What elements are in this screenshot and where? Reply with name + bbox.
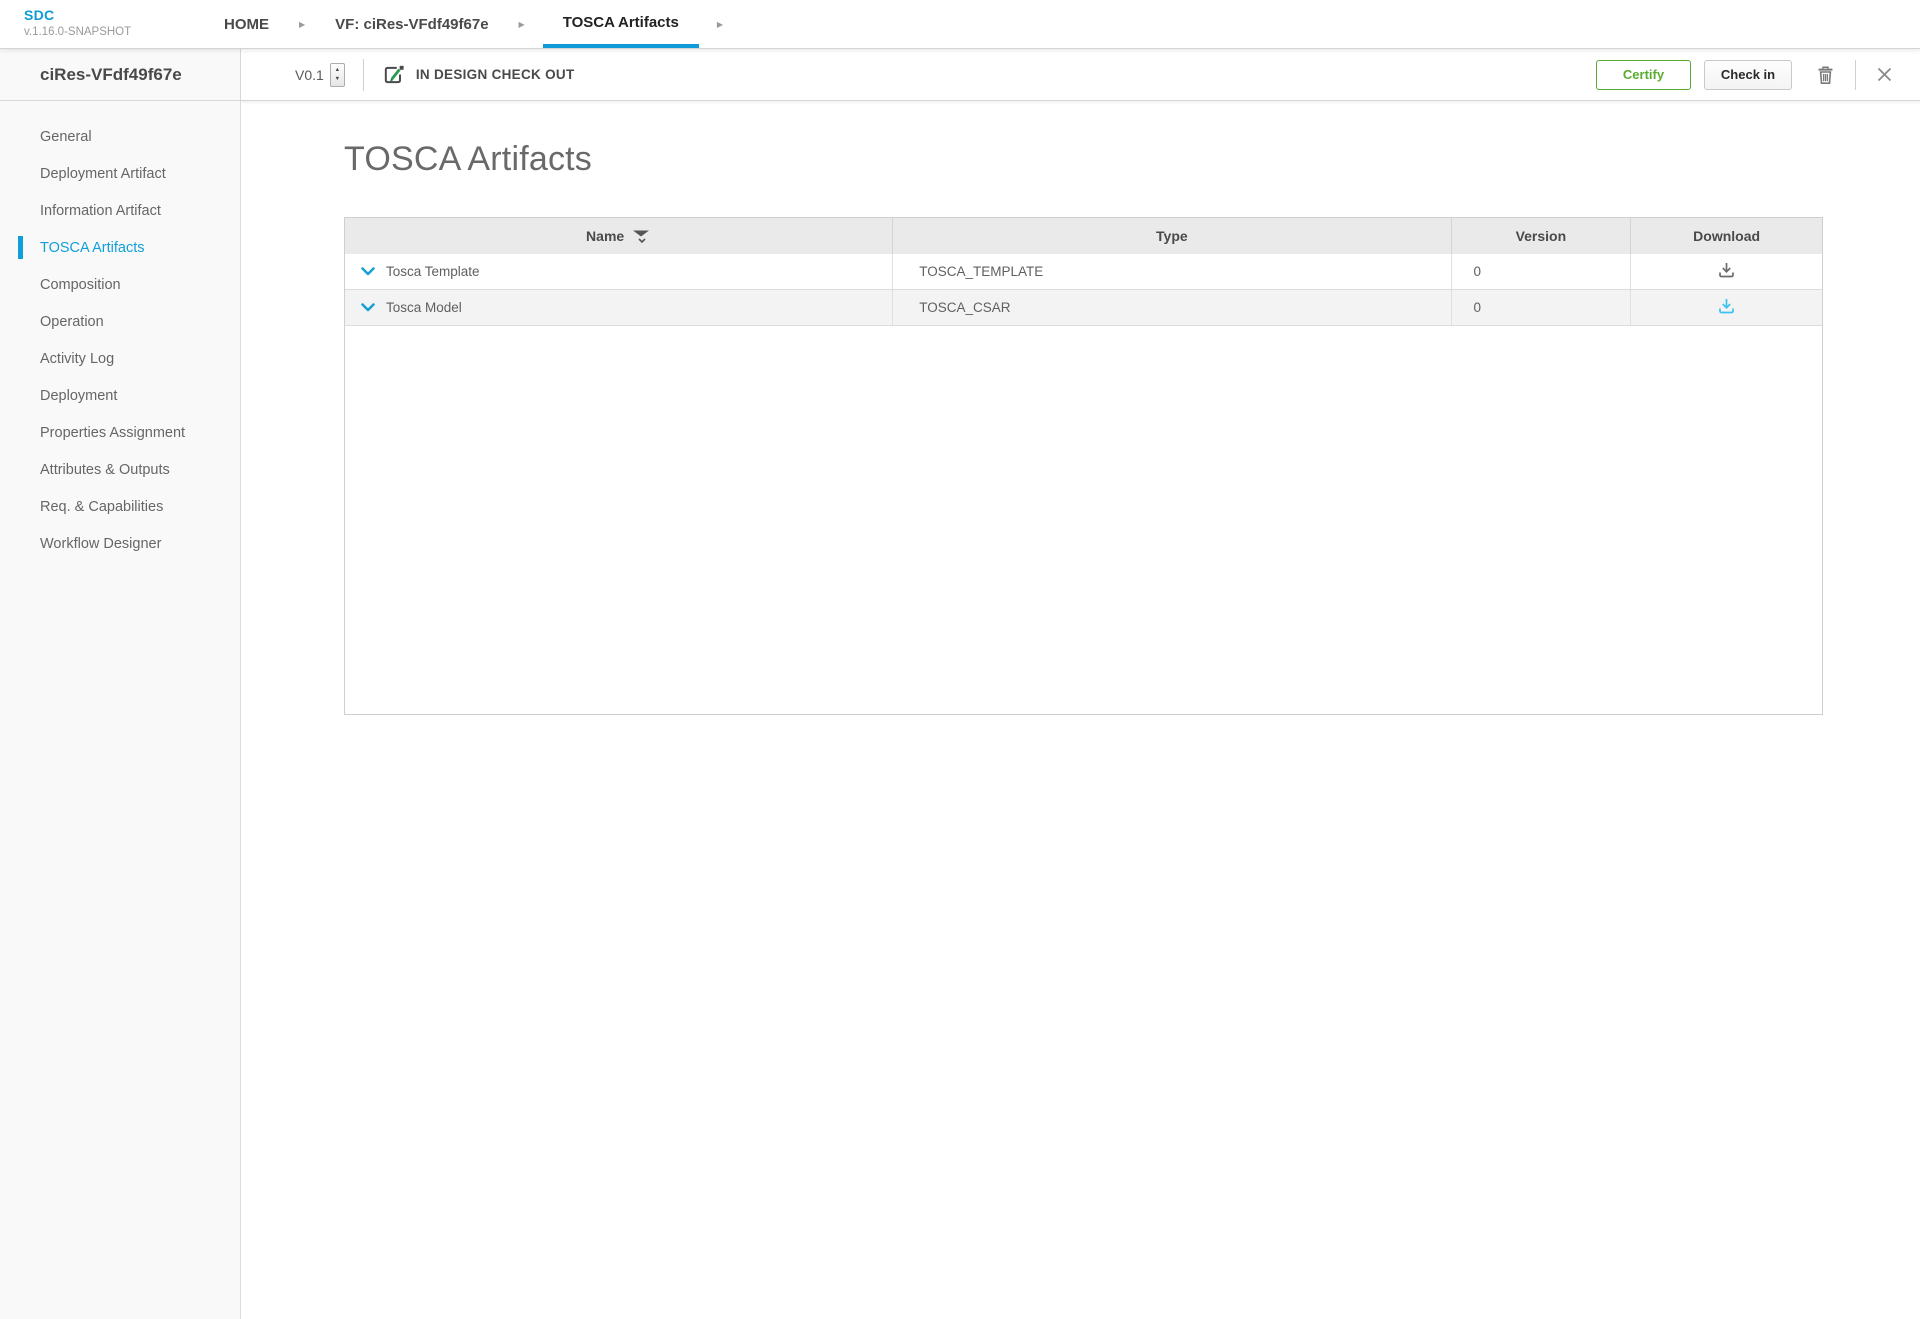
sidebar-item-label: Workflow Designer [40,536,161,552]
artifact-type-cell: TOSCA_TEMPLATE [893,254,1451,289]
sidebar-item-req-capabilities[interactable]: Req. & Capabilities [0,488,240,525]
sidebar-item-deployment-artifact[interactable]: Deployment Artifact [0,155,240,192]
sidebar-item-label: TOSCA Artifacts [40,240,145,256]
sidebar-header: ciRes-VFdf49f67e [0,49,240,101]
certify-button[interactable]: Certify [1596,60,1691,90]
artifact-version-label: 0 [1474,300,1482,315]
artifact-version-cell: 0 [1452,290,1632,325]
breadcrumb-tab-vf[interactable]: VF: ciRes-VFdf49f67e [323,0,500,48]
sdc-logo-title: SDC [24,7,131,25]
artifact-name-label: Tosca Template [386,264,480,279]
sidebar-item-label: Composition [40,277,121,293]
version-value: V0.1 [295,67,324,83]
column-header-label: Type [1156,228,1188,244]
sidebar-item-information-artifact[interactable]: Information Artifact [0,192,240,229]
page-title: TOSCA Artifacts [344,140,1920,179]
sidebar-nav: General Deployment Artifact Information … [0,101,240,562]
column-header-label: Version [1516,228,1567,244]
sidebar-item-label: Deployment [40,388,117,404]
breadcrumb: HOME ▶ VF: ciRes-VFdf49f67e ▶ TOSCA Arti… [212,0,741,48]
sidebar-item-label: General [40,129,92,145]
main-content: TOSCA Artifacts Name Type Version [241,101,1920,715]
table-row-tosca-template: Tosca Template TOSCA_TEMPLATE 0 [345,254,1822,290]
lifecycle-status-label: IN DESIGN CHECK OUT [416,67,575,82]
sidebar-item-workflow-designer[interactable]: Workflow Designer [0,525,240,562]
resource-name-title: ciRes-VFdf49f67e [40,65,182,85]
checkout-edit-icon [382,64,406,86]
column-header-type[interactable]: Type [893,218,1451,254]
toolbar-divider [363,59,364,91]
sidebar-item-label: Properties Assignment [40,425,185,441]
sidebar-item-label: Information Artifact [40,203,161,219]
sidebar-item-properties-assignment[interactable]: Properties Assignment [0,414,240,451]
top-nav-bar: SDC v.1.16.0-SNAPSHOT HOME ▶ VF: ciRes-V… [0,0,1920,49]
sidebar-item-label: Deployment Artifact [40,166,166,182]
artifact-name-cell: Tosca Model [345,290,893,325]
breadcrumb-arrow-icon: ▶ [717,0,723,48]
sidebar-item-general[interactable]: General [0,118,240,155]
column-header-label: Download [1693,228,1760,244]
delete-trash-icon[interactable] [1812,61,1839,89]
sdc-logo: SDC v.1.16.0-SNAPSHOT [24,7,131,39]
table-row-tosca-model: Tosca Model TOSCA_CSAR 0 [345,290,1822,326]
sidebar-item-label: Attributes & Outputs [40,462,170,478]
breadcrumb-tab-tosca-artifacts[interactable]: TOSCA Artifacts [543,0,699,48]
artifact-name-label: Tosca Model [386,300,462,315]
artifact-download-cell [1631,290,1822,325]
artifact-version-cell: 0 [1452,254,1632,289]
download-icon[interactable] [1717,297,1736,318]
sidebar-item-activity-log[interactable]: Activity Log [0,340,240,377]
column-header-version[interactable]: Version [1452,218,1632,254]
close-x-icon[interactable] [1872,62,1897,87]
spinner-down-icon[interactable]: ▼ [335,75,340,83]
sidebar-item-composition[interactable]: Composition [0,266,240,303]
sidebar-item-tosca-artifacts[interactable]: TOSCA Artifacts [0,229,240,266]
artifact-type-cell: TOSCA_CSAR [893,290,1451,325]
artifact-type-label: TOSCA_TEMPLATE [919,264,1043,279]
version-selector-spinner[interactable]: ▲ ▼ [330,63,345,87]
artifact-version-label: 0 [1474,264,1482,279]
sdc-version-label: v.1.16.0-SNAPSHOT [24,25,131,39]
sidebar-item-label: Operation [40,314,104,330]
expand-chevron-down-icon[interactable] [361,303,375,312]
sort-filter-icon[interactable] [631,229,651,244]
table-header-row: Name Type Version Download [345,218,1822,254]
active-indicator-bar [18,236,23,259]
column-header-download[interactable]: Download [1631,218,1822,254]
sidebar: ciRes-VFdf49f67e General Deployment Arti… [0,49,241,1319]
version-toolbar: V0.1 ▲ ▼ IN DESIGN CHECK OUT Certify Che… [241,49,1920,101]
expand-chevron-down-icon[interactable] [361,267,375,276]
artifact-download-cell [1631,254,1822,289]
sidebar-item-deployment[interactable]: Deployment [0,377,240,414]
spinner-up-icon[interactable]: ▲ [335,66,340,74]
tosca-artifacts-table: Name Type Version Download [344,217,1823,715]
column-header-name[interactable]: Name [345,218,893,254]
sidebar-item-label: Req. & Capabilities [40,499,163,515]
check-in-button[interactable]: Check in [1704,60,1792,90]
column-header-label: Name [586,228,624,244]
sidebar-item-label: Activity Log [40,351,114,367]
breadcrumb-arrow-icon: ▶ [519,0,525,48]
sidebar-item-attributes-outputs[interactable]: Attributes & Outputs [0,451,240,488]
toolbar-divider [1855,60,1856,90]
artifact-name-cell: Tosca Template [345,254,893,289]
sidebar-item-operation[interactable]: Operation [0,303,240,340]
breadcrumb-tab-home[interactable]: HOME [212,0,281,48]
artifact-type-label: TOSCA_CSAR [919,300,1010,315]
breadcrumb-arrow-icon: ▶ [299,0,305,48]
download-icon[interactable] [1717,261,1736,282]
